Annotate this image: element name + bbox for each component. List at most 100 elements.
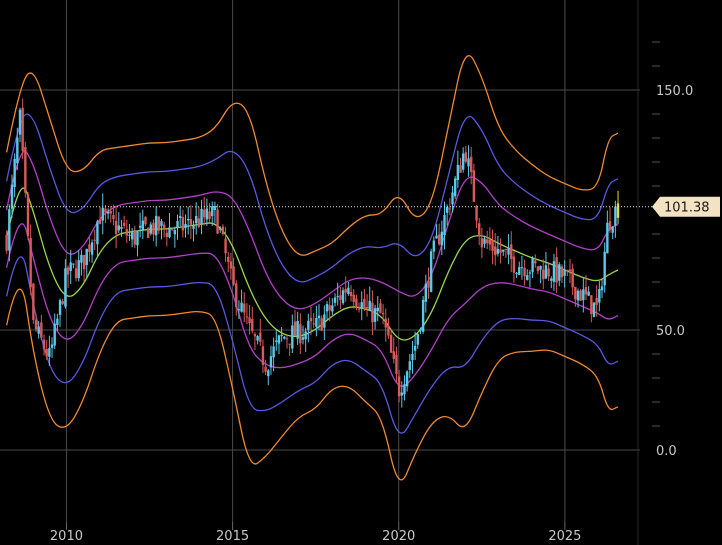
candle-body — [267, 370, 270, 377]
candle-body — [419, 329, 422, 331]
candle-body — [448, 208, 452, 210]
candle-body — [590, 295, 593, 314]
candle-body — [392, 351, 395, 360]
band-mid — [5, 187, 619, 341]
candle-body — [576, 290, 580, 301]
candle-body — [560, 266, 564, 278]
chart-container: 150.0 50.0 0.0 2010 2015 2020 2025 101.38 — [0, 0, 722, 545]
y-tick-label: 0.0 — [656, 444, 677, 459]
candle-body — [478, 223, 481, 236]
candle-body — [122, 222, 126, 226]
candle-body — [357, 308, 361, 310]
candle-body — [309, 317, 313, 322]
candle-body — [275, 340, 278, 342]
candle-body — [160, 221, 163, 227]
candle-body — [24, 147, 27, 193]
candle-body — [64, 268, 67, 307]
candle-body — [387, 325, 390, 336]
candle-body — [440, 231, 444, 246]
candle-body — [50, 344, 54, 348]
candle-body — [475, 205, 478, 221]
x-tick-label: 2010 — [50, 529, 83, 544]
candle-body — [518, 267, 521, 275]
candle-body — [397, 376, 401, 397]
candle-body — [74, 268, 78, 279]
candle-body — [598, 289, 601, 303]
candle-body — [5, 234, 8, 251]
candle-body — [200, 208, 203, 224]
candle-body — [574, 286, 577, 300]
candle-body — [237, 309, 241, 311]
candle-body — [467, 158, 470, 167]
candle-body — [461, 153, 465, 170]
candle-body — [459, 165, 462, 173]
candle-body — [341, 290, 345, 304]
candle-body — [416, 333, 419, 345]
candle-body — [272, 346, 275, 358]
candle-body — [48, 348, 51, 357]
candle-body — [307, 320, 310, 330]
candle-body — [136, 231, 139, 246]
candle-body — [552, 261, 556, 282]
price-chart[interactable]: 150.0 50.0 0.0 2010 2015 2020 2025 101.38 — [0, 0, 722, 545]
candle-body — [8, 209, 11, 251]
candle-body — [616, 203, 620, 218]
candle-body — [85, 248, 88, 266]
x-axis: 2010 2015 2020 2025 — [50, 522, 581, 544]
candle-body — [336, 296, 339, 298]
candle-body — [432, 240, 436, 252]
candle-body — [528, 272, 532, 274]
candle-body — [29, 237, 32, 288]
candle-body — [363, 298, 366, 310]
candle-body — [248, 317, 251, 324]
candle-body — [315, 317, 318, 327]
candle-body — [531, 258, 534, 272]
candle-body — [606, 222, 609, 254]
candle-body — [379, 303, 382, 314]
candle-body — [291, 325, 294, 349]
candle-body — [555, 257, 558, 283]
candle-body — [125, 229, 128, 236]
candle-body — [323, 314, 326, 328]
candle-body — [520, 267, 524, 269]
candle-body — [347, 287, 350, 294]
candle-body — [547, 268, 550, 277]
candle-body — [595, 297, 598, 305]
candle-body — [579, 290, 582, 301]
candle-body — [144, 216, 147, 225]
candle-body — [453, 178, 457, 197]
candle-body — [197, 218, 201, 227]
candle-body — [333, 297, 337, 303]
candle-body — [288, 343, 291, 345]
candle-body — [381, 313, 385, 315]
candle-body — [339, 295, 342, 300]
candle-body — [261, 346, 265, 366]
candle-body — [486, 239, 489, 244]
candle-body — [325, 304, 329, 312]
candle-body — [69, 262, 72, 271]
candle-body — [464, 152, 468, 162]
candle-body — [349, 292, 353, 297]
candle-body — [389, 334, 393, 353]
candle-body — [42, 339, 46, 350]
candle-body — [512, 256, 516, 273]
candle-body — [515, 273, 518, 275]
candle-body — [117, 225, 120, 231]
current-price-label: 101.38 — [664, 201, 710, 216]
candle-body — [21, 107, 24, 152]
candle-body — [424, 283, 428, 302]
candle-body — [320, 318, 323, 331]
candle-body — [251, 319, 254, 331]
candle-body — [245, 316, 249, 318]
candle-body — [494, 246, 497, 256]
candle-body — [170, 229, 174, 231]
candle-body — [293, 321, 297, 336]
candle-body — [106, 211, 110, 214]
y-tick-label: 50.0 — [656, 324, 685, 339]
candle-body — [328, 305, 331, 311]
candle-body — [40, 322, 43, 338]
x-tick-label: 2015 — [216, 529, 249, 544]
candle-body — [483, 238, 486, 244]
candle-body — [376, 307, 379, 312]
candle-body — [437, 234, 441, 245]
